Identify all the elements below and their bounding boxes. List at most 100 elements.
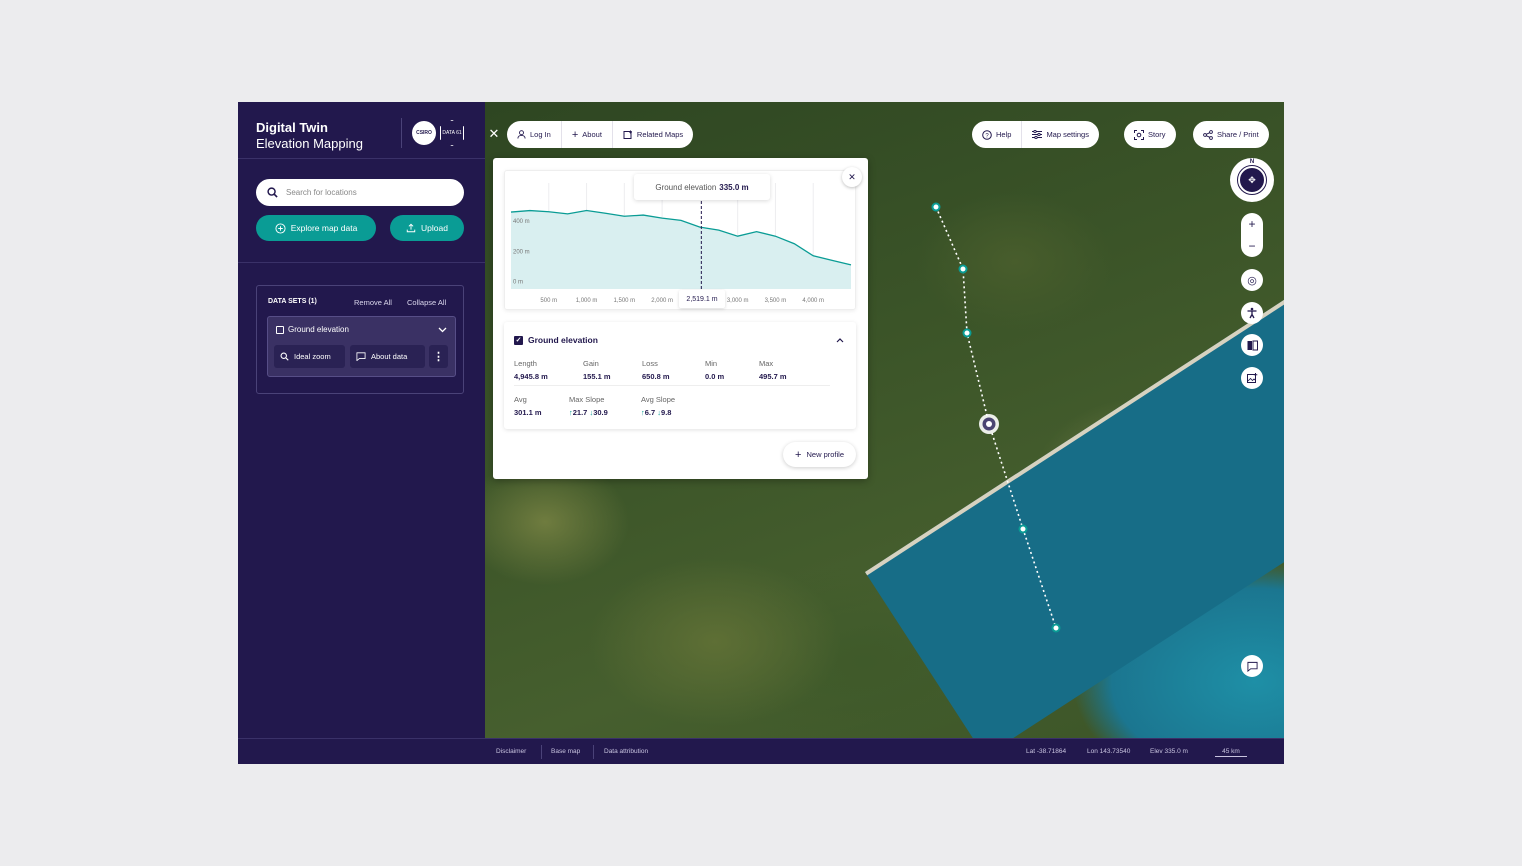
new-profile-label: New profile <box>806 450 844 459</box>
top-left-toolbar: Log In + About Related Maps <box>507 121 694 148</box>
related-maps-label: Related Maps <box>636 130 684 139</box>
stat-avg: Avg 301.1 m <box>514 395 542 417</box>
search-box[interactable] <box>256 179 464 206</box>
collapse-all-link[interactable]: Collapse All <box>407 298 446 307</box>
dataset-label: Ground elevation <box>288 325 349 334</box>
stat-min: Min 0.0 m <box>705 359 725 381</box>
close-sidebar-icon[interactable]: ✕ <box>485 126 503 142</box>
upload-label: Upload <box>421 223 448 233</box>
remove-all-link[interactable]: Remove All <box>354 298 392 307</box>
chevron-down-icon[interactable] <box>438 327 447 333</box>
zoom-icon <box>280 352 289 361</box>
help-button[interactable]: ? Help <box>972 121 1021 148</box>
map-view[interactable]: ✕ Log In + About Related Maps ? Help Map… <box>485 102 1284 738</box>
ideal-zoom-button[interactable]: Ideal zoom <box>274 345 345 368</box>
stats-title: ✓ Ground elevation <box>514 335 598 345</box>
accessibility-icon[interactable] <box>1241 302 1263 324</box>
share-print-button[interactable]: Share / Print <box>1193 121 1269 148</box>
plus-icon: + <box>795 448 802 461</box>
data-attribution-link[interactable]: Data attribution <box>604 748 648 755</box>
title-line1: Digital Twin <box>256 120 328 135</box>
map-settings-button[interactable]: Map settings <box>1022 121 1099 148</box>
compass-control[interactable]: N ✥ <box>1230 158 1274 202</box>
story-button[interactable]: Story <box>1124 121 1176 148</box>
search-icon <box>267 187 278 198</box>
user-icon <box>517 130 526 139</box>
x-tick-label: 3,000 m <box>727 298 749 304</box>
dataset-card: Ground elevation Ideal zoom About data ⋮ <box>267 316 456 377</box>
chart-tooltip: Ground elevation 335.0 m <box>634 174 770 200</box>
disclaimer-link[interactable]: Disclaimer <box>496 748 526 755</box>
upload-button[interactable]: Upload <box>390 215 464 241</box>
title-line2: Elevation Mapping <box>256 136 363 151</box>
path-vertex[interactable] <box>931 202 941 212</box>
compare-icon[interactable] <box>1241 334 1263 356</box>
login-button[interactable]: Log In <box>507 121 561 148</box>
search-input[interactable] <box>286 188 446 197</box>
elevation-readout: Elev 335.0 m <box>1150 748 1188 755</box>
elevation-chart: 400 m 200 m 0 m 500 m 1,000 m 1,500 m 2,000 m 3… <box>504 170 856 310</box>
story-label: Story <box>1148 130 1166 139</box>
app-title: Digital Twin Elevation Mapping <box>256 120 363 151</box>
divider <box>238 262 485 263</box>
partner-logos: CSIRO DATA 61 <box>401 118 464 148</box>
stat-gain: Gain 155.1 m <box>583 359 611 381</box>
more-options-icon[interactable]: ⋮ <box>429 345 448 368</box>
path-vertex[interactable] <box>958 264 968 274</box>
explore-map-data-button[interactable]: Explore map data <box>256 215 376 241</box>
stat-avg-slope: Avg Slope ↑6.7 ↓9.8 <box>641 395 676 417</box>
tooltip-label: Ground elevation <box>655 182 717 192</box>
elevation-profile-panel: 400 m 200 m 0 m 500 m 1,000 m 1,500 m 2,000 m 3… <box>493 158 868 479</box>
upload-icon <box>406 223 416 233</box>
zoom-out-icon[interactable]: − <box>1248 239 1255 253</box>
my-location-icon[interactable]: ◎ <box>1241 269 1263 291</box>
base-map-link[interactable]: Base map <box>551 748 580 755</box>
x-tick-label: 1,000 m <box>576 298 598 304</box>
about-button[interactable]: + About <box>562 121 612 148</box>
path-vertex[interactable] <box>1051 623 1061 633</box>
dataset-checkbox[interactable] <box>276 325 284 334</box>
stat-max-slope: Max Slope ↑21.7 ↓30.9 <box>569 395 608 417</box>
y-tick-label: 400 m <box>513 219 530 225</box>
add-image-icon[interactable] <box>1241 367 1263 389</box>
help-icon: ? <box>982 129 992 140</box>
sliders-icon <box>1032 130 1043 139</box>
plus-icon: + <box>571 128 579 141</box>
feedback-icon[interactable] <box>1241 655 1263 677</box>
app-window: Digital Twin Elevation Mapping CSIRO DAT… <box>238 102 1284 764</box>
map-settings-label: Map settings <box>1046 130 1089 139</box>
latitude-readout: Lat -38.71864 <box>1026 748 1067 755</box>
related-maps-button[interactable]: Related Maps <box>613 121 693 148</box>
elevation-area <box>511 210 851 289</box>
compass-north-label: N <box>1249 159 1255 165</box>
profile-stats: ✓ Ground elevation Length 4,945.8 m Gain 1… <box>504 322 856 429</box>
close-panel-icon[interactable]: ✕ <box>842 167 862 187</box>
about-data-button[interactable]: About data <box>350 345 425 368</box>
csiro-logo: CSIRO <box>412 121 436 145</box>
help-label: Help <box>996 130 1012 139</box>
chevron-up-icon[interactable] <box>836 338 844 343</box>
divider <box>238 158 485 159</box>
explore-label: Explore map data <box>290 223 358 233</box>
stat-loss: Loss 650.8 m <box>642 359 670 381</box>
stat-length: Length 4,945.8 m <box>514 359 548 381</box>
layer-checkbox[interactable]: ✓ <box>514 335 523 345</box>
x-tick-label: 1,500 m <box>613 298 635 304</box>
stat-max: Max 495.7 m <box>759 359 787 381</box>
cursor-x-label: 2,519.1 m <box>679 290 725 308</box>
x-tick-label: 500 m <box>540 298 557 304</box>
longitude-readout: Lon 143.73540 <box>1087 748 1131 755</box>
tooltip-value: 335.0 m <box>719 182 749 192</box>
divider <box>514 385 830 386</box>
path-vertex[interactable] <box>962 328 972 338</box>
x-tick-label: 3,500 m <box>765 298 787 304</box>
share-label: Share / Print <box>1217 130 1259 139</box>
about-label: About <box>582 130 602 139</box>
data61-logo: DATA 61 <box>440 120 464 146</box>
y-tick-label: 0 m <box>513 279 523 285</box>
path-vertex[interactable] <box>1018 524 1028 534</box>
sidebar: Digital Twin Elevation Mapping CSIRO DAT… <box>238 102 485 738</box>
zoom-in-icon[interactable]: + <box>1248 217 1255 231</box>
datasets-panel: DATA SETS (1) Remove All Collapse All Gr… <box>256 285 464 394</box>
new-profile-button[interactable]: + New profile <box>783 442 856 467</box>
